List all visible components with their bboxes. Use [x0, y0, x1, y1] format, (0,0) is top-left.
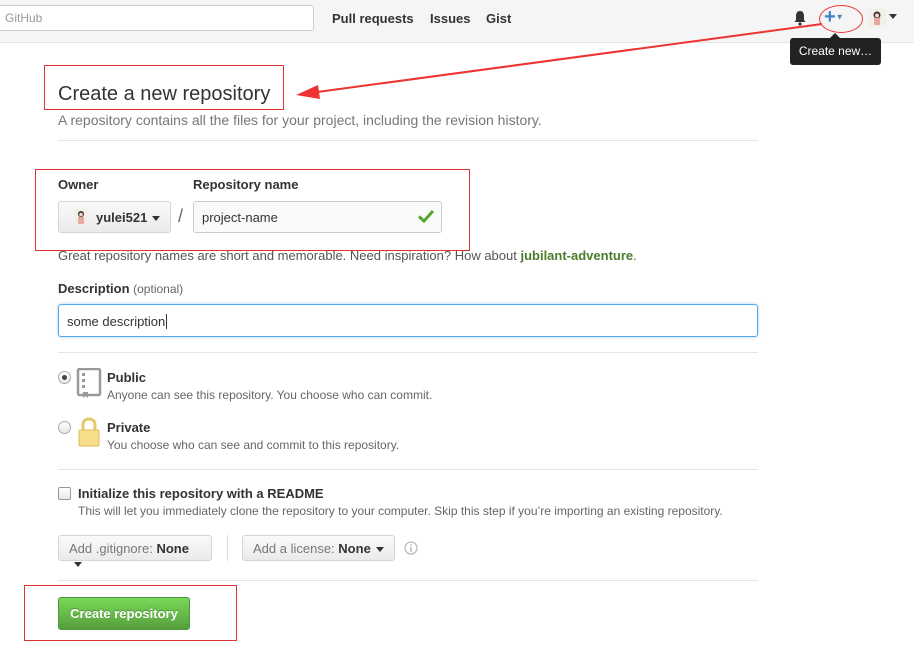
annotation-arrow: [296, 23, 823, 99]
